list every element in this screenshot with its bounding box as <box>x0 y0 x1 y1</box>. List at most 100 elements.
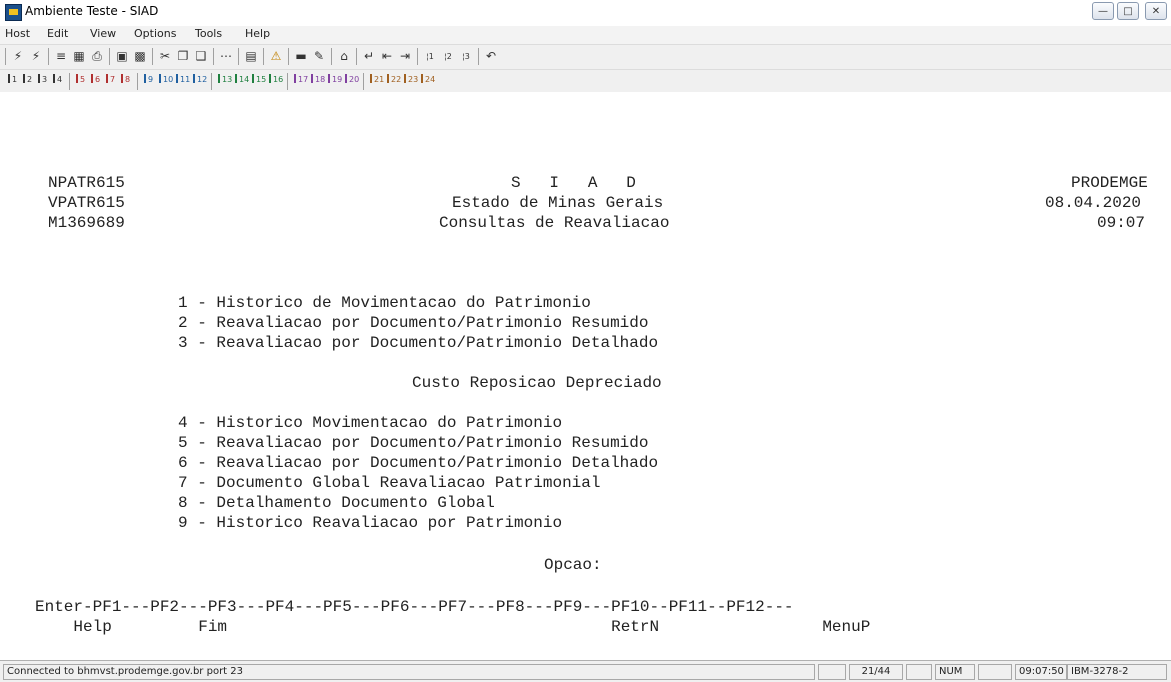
disconnect-icon[interactable]: ⚡ <box>28 49 44 64</box>
system-name: S I A D <box>511 174 636 192</box>
toolbar-separator <box>152 48 153 65</box>
close-button[interactable]: ✕ <box>1145 2 1167 20</box>
toolbar-separator <box>5 48 6 65</box>
toolbar-separator <box>263 48 264 65</box>
status-blank-2 <box>906 664 932 680</box>
status-blank-3 <box>978 664 1012 680</box>
pf20-key-button[interactable]: 20 <box>345 74 359 84</box>
enter-icon[interactable]: ↵ <box>361 49 377 64</box>
status-blank <box>818 664 846 680</box>
toolbar-separator <box>363 73 364 90</box>
tab-icon[interactable]: ⇥ <box>397 49 413 64</box>
menu-option-9: 9 - Historico Reavaliacao por Patrimonio <box>178 514 563 532</box>
view-code: VPATR615 <box>48 194 125 212</box>
pa2-icon[interactable]: ¦2 <box>440 49 456 64</box>
toolbar-separator <box>238 48 239 65</box>
toolbar-separator <box>288 48 289 65</box>
pf-key-labels: Help Fim RetrN MenuP <box>35 618 871 636</box>
window-title: Ambiente Teste - SIAD <box>25 4 159 18</box>
cut-icon[interactable]: ✂ <box>157 49 173 64</box>
menu-view[interactable]: View <box>90 27 116 40</box>
toolbar-separator <box>417 48 418 65</box>
menu-option-2: 2 - Reavaliacao por Documento/Patrimonio… <box>178 314 649 332</box>
main-toolbar: ⚡ ⚡ ≡ ▦ ⎙ ▣ ▩ ✂ ❐ ❑ ⋯ ▤ ⚠ ▬ ✎ ⌂ ↵ ⇤ ⇥ ¦1… <box>0 44 1171 69</box>
cursor-position: 21/44 <box>849 664 903 680</box>
terminal-screen[interactable]: NPATR615 VPATR615 M1369689 S I A D Estad… <box>0 92 1171 660</box>
menu-option-6: 6 - Reavaliacao por Documento/Patrimonio… <box>178 454 659 472</box>
toolbar-separator <box>213 48 214 65</box>
pf1-key-button[interactable]: 1 <box>8 74 17 84</box>
pf7-key-button[interactable]: 7 <box>106 74 115 84</box>
screen-title: Consultas de Reavaliacao <box>439 214 670 232</box>
state-name: Estado de Minas Gerais <box>452 194 664 212</box>
send-icon[interactable]: ≡ <box>53 49 69 64</box>
keypad-icon[interactable]: ⋯ <box>218 49 234 64</box>
menu-help[interactable]: Help <box>245 27 270 40</box>
pf6-key-button[interactable]: 6 <box>91 74 100 84</box>
copy-screen-icon[interactable]: ▣ <box>114 49 130 64</box>
pa3-icon[interactable]: ¦3 <box>458 49 474 64</box>
minimize-button[interactable]: — <box>1092 2 1114 20</box>
pf12-key-button[interactable]: 12 <box>193 74 207 84</box>
menu-option-5: 5 - Reavaliacao por Documento/Patrimonio… <box>178 434 649 452</box>
pf21-key-button[interactable]: 21 <box>370 74 384 84</box>
option-prompt: Opcao: <box>544 556 602 574</box>
highlight-icon[interactable]: ✎ <box>311 49 327 64</box>
status-bar: Connected to bhmvst.prodemge.gov.br port… <box>0 660 1171 682</box>
receive-icon[interactable]: ▦ <box>71 49 87 64</box>
menu-tools[interactable]: Tools <box>195 27 222 40</box>
menu-option-8: 8 - Detalhamento Documento Global <box>178 494 495 512</box>
maximize-button[interactable]: □ <box>1117 2 1139 20</box>
title-bar: Ambiente Teste - SIAD — □ ✕ <box>0 0 1171 26</box>
toolbar-separator <box>137 73 138 90</box>
warning-icon[interactable]: ⚠ <box>268 49 284 64</box>
paste-icon[interactable]: ❑ <box>193 49 209 64</box>
menu-edit[interactable]: Edit <box>47 27 68 40</box>
pf23-key-button[interactable]: 23 <box>404 74 418 84</box>
pf2-key-button[interactable]: 2 <box>23 74 32 84</box>
chart-icon[interactable]: ▤ <box>243 49 259 64</box>
pf16-key-button[interactable]: 16 <box>269 74 283 84</box>
pf19-key-button[interactable]: 19 <box>328 74 342 84</box>
terminal-model: IBM-3278-2 <box>1067 664 1167 680</box>
toolbar-separator <box>211 73 212 90</box>
pf8-key-button[interactable]: 8 <box>121 74 130 84</box>
pf14-key-button[interactable]: 14 <box>235 74 249 84</box>
option-input[interactable] <box>620 555 640 575</box>
menu-host[interactable]: Host <box>5 27 30 40</box>
pf17-key-button[interactable]: 17 <box>294 74 308 84</box>
undo-icon[interactable]: ↶ <box>483 49 499 64</box>
print-icon[interactable]: ⎙ <box>89 49 105 64</box>
screen-icon[interactable]: ▬ <box>293 49 309 64</box>
section-title: Custo Reposicao Depreciado <box>412 374 662 392</box>
pf10-key-button[interactable]: 10 <box>159 74 173 84</box>
menu-options[interactable]: Options <box>134 27 176 40</box>
pf5-key-button[interactable]: 5 <box>76 74 85 84</box>
pf4-key-button[interactable]: 4 <box>53 74 62 84</box>
num-lock-indicator: NUM <box>935 664 975 680</box>
toolbar-separator <box>69 73 70 90</box>
toolbar-separator <box>48 48 49 65</box>
pf13-key-button[interactable]: 13 <box>218 74 232 84</box>
backtab-icon[interactable]: ⇤ <box>379 49 395 64</box>
toolbar-separator <box>287 73 288 90</box>
copy-icon[interactable]: ❐ <box>175 49 191 64</box>
home-icon[interactable]: ⌂ <box>336 49 352 64</box>
pf9-key-button[interactable]: 9 <box>144 74 153 84</box>
pf-key-toolbar: 1 2 3 4 5 6 7 8 9 10 11 12 13 14 15 16 17 18 19 20 21 22 23 24 <box>0 69 1171 93</box>
menu-option-1: 1 - Historico de Movimentacao do Patrimo… <box>178 294 591 312</box>
app-icon <box>5 4 22 21</box>
pf11-key-button[interactable]: 11 <box>176 74 190 84</box>
paste-screen-icon[interactable]: ▩ <box>132 49 148 64</box>
pf3-key-button[interactable]: 3 <box>38 74 47 84</box>
menu-option-7: 7 - Documento Global Reavaliacao Patrimo… <box>178 474 601 492</box>
connect-icon[interactable]: ⚡ <box>10 49 26 64</box>
current-date: 08.04.2020 <box>1045 194 1142 212</box>
toolbar-separator <box>331 48 332 65</box>
pf18-key-button[interactable]: 18 <box>311 74 325 84</box>
pf24-key-button[interactable]: 24 <box>421 74 435 84</box>
pf22-key-button[interactable]: 22 <box>387 74 401 84</box>
pa1-icon[interactable]: ¦1 <box>422 49 438 64</box>
pf15-key-button[interactable]: 15 <box>252 74 266 84</box>
program-code: NPATR615 <box>48 174 125 192</box>
